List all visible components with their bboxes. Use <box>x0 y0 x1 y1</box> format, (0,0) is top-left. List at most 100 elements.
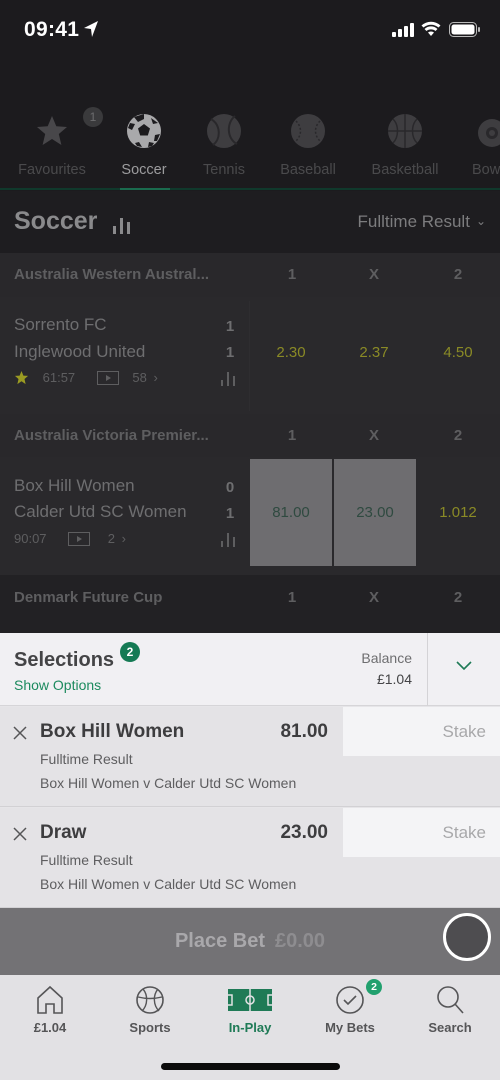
selection-event: Box Hill Women v Calder Utd SC Women <box>40 775 297 791</box>
nav-divider <box>0 188 500 190</box>
competition-name: Australia Western Austral... <box>14 266 210 283</box>
odds-draw-selected[interactable]: 23.00 <box>334 459 416 566</box>
sport-label: Baseball <box>280 162 336 178</box>
match-row[interactable]: Sorrento FC Inglewood United 1 1 61:57 5… <box>0 297 500 415</box>
tab-in-play[interactable]: In-Play <box>200 975 300 1045</box>
selection-name: Draw <box>40 822 87 843</box>
bowls-icon <box>478 119 500 147</box>
sport-tab-soccer[interactable]: Soccer <box>112 105 176 191</box>
stats-icon[interactable] <box>113 216 133 234</box>
selection-event: Box Hill Women v Calder Utd SC Women <box>40 876 297 892</box>
tab-sports[interactable]: Sports <box>100 975 200 1045</box>
chevron-right-icon: › <box>121 531 126 547</box>
match-clock: 61:57 <box>42 370 76 386</box>
tab-label: Sports <box>129 1020 171 1035</box>
status-bar: 09:41 <box>0 0 500 60</box>
pitch-icon <box>228 989 272 1011</box>
match-stats-icon[interactable] <box>221 370 237 386</box>
remove-selection-icon[interactable] <box>12 826 28 842</box>
column-header-1: 1 <box>287 589 297 606</box>
video-stream-icon[interactable] <box>96 370 119 385</box>
sport-label: Tennis <box>203 162 245 178</box>
basketball-icon <box>388 114 422 148</box>
cellular-signal-icon <box>392 23 414 37</box>
checkmark-circle-icon <box>336 986 364 1014</box>
location-arrow-icon <box>84 21 98 37</box>
column-header-1: 1 <box>287 266 297 283</box>
odds-draw[interactable]: 2.37 <box>333 344 415 361</box>
market-selector-label: Fulltime Result <box>357 212 470 231</box>
chevron-down-icon <box>456 661 472 671</box>
main-content-dimmed: 09:41 1 Favourites Soccer Tennis Basebal… <box>0 0 500 633</box>
markets-count[interactable]: 58 <box>132 370 146 385</box>
match-meta: 90:07 2 › <box>14 530 126 546</box>
away-score: 1 <box>225 505 235 522</box>
match-clock: 90:07 <box>14 531 47 547</box>
selection-price: 23.00 <box>280 822 328 843</box>
odds-home-selected[interactable]: 81.00 <box>250 459 332 566</box>
stake-input[interactable] <box>343 707 500 756</box>
bet-selection: Draw 23.00 Fulltime Result Box Hill Wome… <box>0 808 500 908</box>
column-header-x: X <box>368 589 379 606</box>
sport-tab-basketball[interactable]: Basketball <box>364 105 446 191</box>
competition-name: Australia Victoria Premier... <box>14 427 209 444</box>
wifi-icon <box>421 21 441 36</box>
home-icon <box>37 985 63 1014</box>
tennis-ball-icon <box>207 114 241 148</box>
baseball-icon <box>291 114 325 148</box>
market-selector[interactable]: Fulltime Result ⌄ <box>358 212 486 232</box>
sport-tab-bowls[interactable]: Bowls <box>468 105 500 191</box>
column-header-1: 1 <box>287 427 297 444</box>
place-bet-label: Place Bet £0.00 <box>0 930 500 953</box>
show-options-link[interactable]: Show Options <box>14 677 101 693</box>
remove-selection-icon[interactable] <box>12 725 28 741</box>
competition-name: Denmark Future Cup <box>14 589 163 606</box>
tab-home[interactable]: £1.04 <box>0 975 100 1045</box>
chevron-right-icon: › <box>153 370 158 386</box>
soccer-ball-icon <box>127 114 161 148</box>
sport-tab-tennis[interactable]: Tennis <box>192 105 256 191</box>
sport-tab-baseball[interactable]: Baseball <box>272 105 344 191</box>
home-team: Box Hill Women <box>14 476 135 495</box>
place-bet-button[interactable]: Place Bet £0.00 <box>0 908 500 975</box>
stake-input[interactable] <box>343 808 500 857</box>
home-indicator <box>161 1063 340 1070</box>
assistive-touch-button[interactable] <box>443 913 491 961</box>
tab-my-bets[interactable]: 2 My Bets <box>300 975 400 1045</box>
sports-nav: 1 Favourites Soccer Tennis Baseball Bask… <box>0 105 500 191</box>
column-header-2: 2 <box>453 589 463 606</box>
odds-away[interactable]: 4.50 <box>417 344 499 361</box>
sport-label: Soccer <box>121 162 167 178</box>
column-header-x: X <box>368 427 379 444</box>
place-bet-amount: £0.00 <box>275 930 326 952</box>
tab-search[interactable]: Search <box>400 975 500 1045</box>
tab-label: In-Play <box>228 1020 272 1035</box>
competition-header[interactable]: Australia Victoria Premier... 1 X 2 <box>0 414 500 458</box>
balance-label: Balance <box>361 650 412 666</box>
sport-label: Bowls <box>472 162 500 178</box>
match-row[interactable]: Box Hill Women Calder Utd SC Women 0 1 9… <box>0 457 500 575</box>
markets-count[interactable]: 2 <box>108 531 115 546</box>
page-title: Soccer <box>14 207 98 235</box>
balance-value: £1.04 <box>376 671 412 687</box>
collapse-betslip-button[interactable] <box>428 633 500 706</box>
chevron-down-icon: ⌄ <box>475 214 486 228</box>
odds-away[interactable]: 1.012 <box>417 504 499 521</box>
competition-header[interactable]: Denmark Future Cup 1 X 2 <box>0 575 500 633</box>
competition-header[interactable]: Australia Western Austral... 1 X 2 <box>0 253 500 297</box>
sport-label: Favourites <box>18 162 86 178</box>
favourite-star-icon[interactable] <box>14 370 29 385</box>
match-stats-icon[interactable] <box>221 531 237 547</box>
place-bet-text: Place Bet <box>174 930 265 952</box>
home-team: Sorrento FC <box>14 315 107 334</box>
odds-home[interactable]: 2.30 <box>250 344 332 361</box>
battery-icon <box>449 22 480 37</box>
match-meta: 61:57 58 › <box>14 369 158 385</box>
selection-market: Fulltime Result <box>40 751 133 767</box>
sport-tab-favourites[interactable]: 1 Favourites <box>12 105 103 191</box>
tab-label: Search <box>428 1020 472 1035</box>
sports-ball-icon <box>136 986 164 1014</box>
video-stream-icon[interactable] <box>68 531 91 546</box>
sport-label: Basketball <box>371 162 439 178</box>
my-bets-badge: 2 <box>366 979 382 995</box>
